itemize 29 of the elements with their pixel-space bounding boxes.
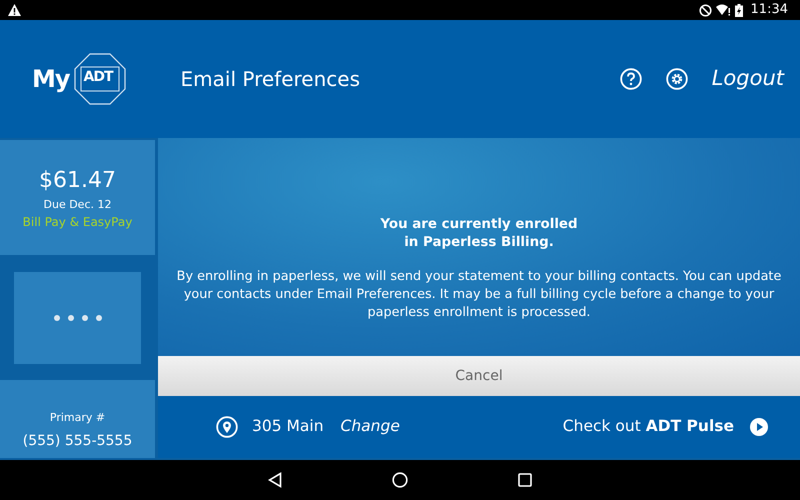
due-date: Due Dec. 12 <box>44 196 112 213</box>
recent-apps-icon[interactable] <box>518 473 532 487</box>
dialog-message: By enrolling in paperless, we will send your statement to your billing contacts. You can update your contacts under Email Preferences. It may be a full billing cycle before a change to your paperless enrollment is processed. <box>176 268 782 322</box>
bill-card[interactable]: $61.47 Due Dec. 12 Bill Pay & EasyPay <box>0 140 155 255</box>
promo-link[interactable]: Check out ADT Pulse <box>562 415 734 439</box>
phone-label: Primary # <box>50 410 106 426</box>
do-not-disturb-icon <box>698 4 712 16</box>
back-icon[interactable] <box>268 472 282 488</box>
wifi-icon <box>716 4 731 16</box>
amount-due: $61.47 <box>39 166 116 195</box>
home-icon[interactable] <box>392 472 408 488</box>
location-pin-icon <box>216 416 238 438</box>
dialog-heading: You are currently enrolled in Paperless Billing. <box>380 216 578 252</box>
play-icon[interactable] <box>750 418 768 436</box>
logo-text: My <box>32 64 70 95</box>
logout-link[interactable]: Logout <box>712 63 784 95</box>
battery-icon <box>734 4 743 16</box>
page-title: Email Preferences <box>180 66 360 93</box>
settings-icon[interactable] <box>666 68 688 90</box>
cancel-button[interactable]: Cancel <box>158 356 800 396</box>
logo-badge: ADT <box>74 53 126 105</box>
page-dots <box>54 314 102 320</box>
address-text: 305 Main <box>252 416 324 438</box>
phone-number: (555) 555-5555 <box>22 432 132 450</box>
change-link[interactable]: Change <box>340 415 400 439</box>
clock-time: 11:34 <box>750 1 788 20</box>
help-icon[interactable] <box>620 68 642 90</box>
carousel-tile[interactable] <box>14 272 141 364</box>
warning-icon <box>8 4 21 16</box>
